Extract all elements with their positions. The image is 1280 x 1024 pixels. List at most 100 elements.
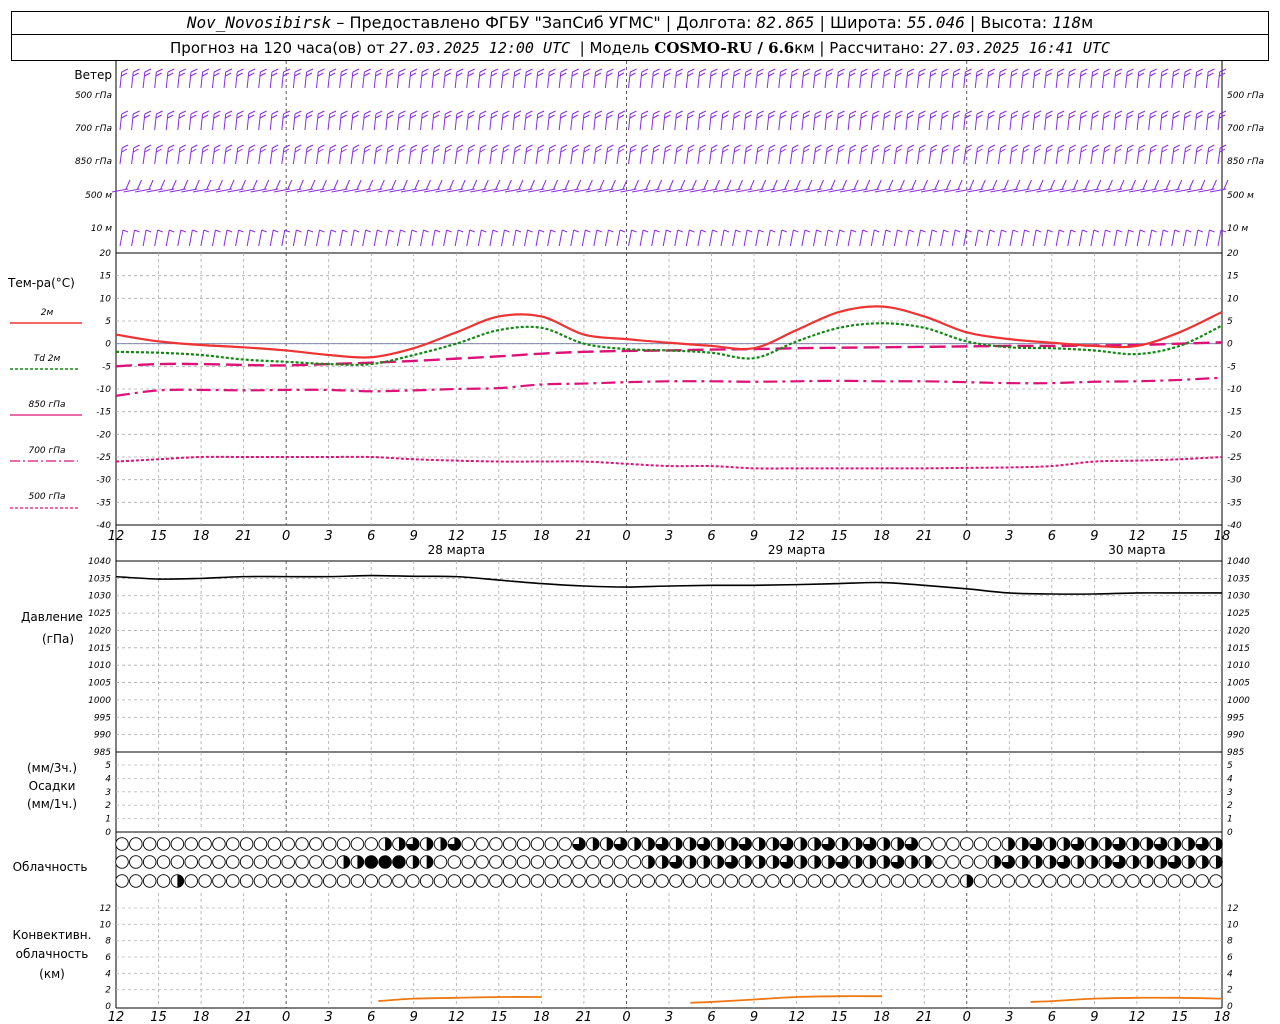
wind-barb xyxy=(200,147,204,165)
wind-barb xyxy=(1205,113,1209,131)
wind-barb-flag xyxy=(481,229,487,233)
cloud-symbol xyxy=(793,874,808,888)
wind-barb-flag xyxy=(214,148,220,153)
wind-barb-flag xyxy=(757,144,764,149)
wind-barb-flag xyxy=(1173,148,1180,153)
wind-barb-flag xyxy=(1116,229,1123,233)
wind-barb-flag xyxy=(295,144,302,149)
wind-barb-flag xyxy=(306,148,313,153)
wind-barb-flag xyxy=(249,229,256,233)
wind-barb-flag xyxy=(318,148,324,153)
wind-barb-flag xyxy=(745,72,752,77)
temp-tick-left: -20 xyxy=(96,430,111,440)
wind-barb-flag xyxy=(368,179,374,190)
wind-barb-flag xyxy=(132,72,139,77)
wind-barb-flag xyxy=(122,229,129,233)
wind-barb-flag xyxy=(896,144,903,149)
wind-barb xyxy=(916,147,921,165)
cloud-fill xyxy=(1091,855,1098,869)
wind-barb-flag xyxy=(561,144,568,149)
cloud-symbol xyxy=(1043,837,1057,851)
cloud-symbol xyxy=(364,855,379,869)
temp-tick-right: -30 xyxy=(1227,476,1242,486)
wind-barb-flag xyxy=(225,144,233,149)
pressure-tick-right: 1035 xyxy=(1227,574,1250,584)
wind-barb xyxy=(639,229,644,247)
cloud-symbol xyxy=(1126,874,1140,888)
wind-barb xyxy=(177,113,180,131)
wind-barb-flag xyxy=(1057,68,1065,73)
wind-barb xyxy=(339,229,344,247)
wind-barb-flag xyxy=(283,110,291,115)
cloud-symbol xyxy=(295,855,309,869)
cloud-circle xyxy=(1001,874,1016,888)
wind-barb-flag xyxy=(133,144,140,149)
wind-barb-flag xyxy=(329,72,336,77)
wind-barb-flag xyxy=(803,114,810,119)
wind-barb xyxy=(1182,71,1186,89)
wind-barb-flag xyxy=(1092,114,1099,119)
wind-barb xyxy=(593,147,597,165)
wind-barb xyxy=(1055,71,1059,89)
cloud-fill xyxy=(800,837,807,851)
cloud-circle xyxy=(156,837,171,851)
wind-barb-flag xyxy=(491,144,499,149)
wind-barb-flag xyxy=(907,68,915,73)
wind-barb xyxy=(986,113,990,131)
wind-barb-flag xyxy=(352,110,360,115)
wind-barb-flag xyxy=(329,144,337,149)
cloud-symbol xyxy=(849,837,863,851)
cloud-circle xyxy=(973,874,988,888)
wind-barb xyxy=(431,71,435,89)
wind-barb xyxy=(431,113,435,131)
cloud-symbol xyxy=(226,874,240,888)
wind-barb-flag xyxy=(1211,179,1217,190)
wind-barb-flag xyxy=(1080,68,1088,73)
wind-barb xyxy=(1171,229,1176,247)
wind-barb-flag xyxy=(606,114,613,119)
wind-barb xyxy=(847,147,851,165)
wind-barb xyxy=(651,113,654,131)
cloud-circle xyxy=(489,874,503,888)
temp-tick-right: 10 xyxy=(1227,294,1239,304)
cloud-symbol xyxy=(1153,874,1168,888)
wind-barb-flag xyxy=(1059,229,1065,233)
wind-barb-flag xyxy=(341,148,347,153)
cloud-symbol xyxy=(1167,855,1182,869)
wind-barb-flag xyxy=(121,114,128,119)
hour-label-bottom: 0 xyxy=(282,1010,290,1024)
wind-barb xyxy=(801,147,805,165)
wind-barb-flag xyxy=(1035,144,1042,149)
wind-barb-flag xyxy=(884,148,891,153)
wind-barb-flag xyxy=(399,144,406,149)
date-label: 29 марта xyxy=(768,543,825,557)
wind-barb-flag xyxy=(923,179,928,190)
hour-label-top: 21 xyxy=(235,529,252,544)
wind-barb-flag xyxy=(919,144,926,149)
cloud-symbol xyxy=(766,837,780,851)
wind-barb-flag xyxy=(838,144,845,149)
cloud-symbol xyxy=(1167,874,1182,888)
wind-barb-flag xyxy=(803,144,811,149)
wind-barb xyxy=(1078,147,1082,165)
wind-barb-flag xyxy=(206,179,212,190)
wind-barb xyxy=(905,147,909,165)
wind-barb-flag xyxy=(329,114,336,119)
cloud-symbol xyxy=(475,874,489,888)
wind-barb xyxy=(1067,71,1070,89)
wind-barb-flag xyxy=(1045,72,1052,77)
wind-barb-flag xyxy=(585,229,591,233)
wind-barb-flag xyxy=(525,110,533,115)
wind-level-labels-left: 500 гПа 700 гПа 850 гПа 500 м 10 м xyxy=(75,91,112,234)
wind-barb-flag xyxy=(1142,179,1148,190)
cloud-symbol xyxy=(779,837,794,851)
wind-barb-flag xyxy=(953,148,960,153)
hour-label-bottom: 15 xyxy=(1171,1010,1188,1024)
wind-barb xyxy=(535,229,540,247)
cloud-circle xyxy=(336,874,351,888)
cloud-symbol xyxy=(281,855,295,869)
cloud-symbol xyxy=(932,855,946,869)
wind-barb-flag xyxy=(803,68,811,73)
wind-barb-flag xyxy=(317,110,325,115)
wind-level-500hpa: 500 гПа xyxy=(75,91,112,101)
